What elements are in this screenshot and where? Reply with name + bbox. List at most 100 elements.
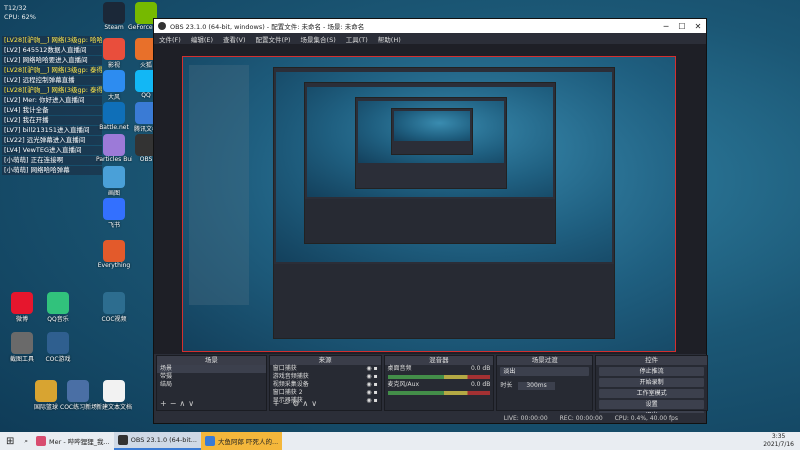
eye-icon[interactable]: ◉ ▪	[366, 373, 377, 381]
taskbar-item[interactable]: 大鱼阿郎 吓死人的...	[200, 432, 283, 450]
app-icon	[11, 292, 33, 314]
mixer-dock: 混音器 桌面音频 0.0 dB 麦克风/Aux 0.0 dB	[383, 355, 495, 411]
preview-canvas[interactable]	[182, 56, 676, 352]
app-icon	[47, 292, 69, 314]
eye-icon[interactable]: ◉ ▪	[366, 397, 377, 405]
sources-toolbar[interactable]: +−⚙∧∨	[273, 399, 320, 408]
desktop-icon[interactable]: QQ音乐	[40, 292, 76, 323]
eye-icon[interactable]: ◉ ▪	[366, 381, 377, 389]
desktop-icon[interactable]: 画图	[96, 166, 132, 197]
desktop-icon[interactable]: 截图工具	[4, 332, 40, 363]
desktop-icon[interactable]: 大风	[96, 70, 132, 101]
menu-item[interactable]: 编辑(E)	[186, 34, 218, 44]
control-button[interactable]: 设置	[599, 400, 704, 409]
desktop-icon[interactable]: 影视	[96, 38, 132, 69]
duration-label: 时长	[500, 382, 513, 389]
control-button[interactable]: 停止推流	[599, 367, 704, 376]
desktop-icon-label: 飞书	[107, 222, 120, 229]
chat-message: [小萌萌] 正在连接啊	[2, 156, 102, 165]
maximize-icon[interactable]: ☐	[674, 22, 690, 31]
transition-type-select[interactable]: 淡出	[500, 367, 590, 376]
desktop-icon-label: COC视频	[101, 316, 127, 323]
desktop-audio-meter[interactable]	[387, 375, 491, 379]
window-title: OBS 23.1.0 (64-bit, windows) - 配置文件: 未命名…	[170, 23, 365, 31]
desktop-icon[interactable]: 飞书	[96, 198, 132, 229]
preview-area[interactable]	[154, 44, 706, 354]
start-button[interactable]: ⊞	[0, 432, 20, 450]
source-item[interactable]: 游戏音频捕获 ◉ ▪	[270, 373, 381, 381]
desktop-icon[interactable]: 微博	[4, 292, 40, 323]
menu-item[interactable]: 帮助(H)	[373, 34, 406, 44]
desktop-icon[interactable]: COC游戏	[40, 332, 76, 363]
app-icon	[103, 380, 125, 402]
chat-message: [LV28][驴驹__] 网络(3级gp: 泰得莉	[2, 86, 102, 95]
obs-window: OBS 23.1.0 (64-bit, windows) - 配置文件: 未命名…	[153, 18, 708, 424]
chat-message: [LV2] 645512数据人直播间	[2, 46, 102, 55]
taskbar-item-label: Mer - 哔哔狸狸_我...	[49, 438, 110, 446]
chat-message: [LV28][驴驹__] 网络(3级gp: 哈哈哈	[2, 36, 102, 45]
scenes-title: 场景	[157, 356, 266, 365]
controls-dock: 控件 停止推流开始录制工作室模式设置退出	[595, 355, 708, 420]
source-item[interactable]: 窗口捕获 ◉ ▪	[270, 365, 381, 373]
desktop-icon[interactable]: Particles Building	[96, 134, 132, 163]
desktop-icon[interactable]: Battle.net	[96, 102, 132, 131]
duration-input[interactable]: 300ms	[518, 382, 555, 390]
taskbar-item[interactable]: Mer - 哔哔狸狸_我...	[32, 432, 114, 450]
source-item[interactable]: 窗口捕获 2 ◉ ▪	[270, 389, 381, 397]
desktop-icon[interactable]: COC练习新场	[60, 380, 96, 411]
rec-time: REC: 00:00:00	[559, 414, 603, 422]
app-icon	[103, 198, 125, 220]
control-button[interactable]: 开始录制	[599, 378, 704, 387]
danmaku-chat-overlay: [LV28][驴驹__] 网络(3级gp: 哈哈哈 [LV2] 645512数据人…	[2, 36, 102, 176]
app-icon	[103, 102, 125, 124]
menu-item[interactable]: 查看(V)	[218, 34, 251, 44]
scene-item[interactable]: 结局	[157, 381, 266, 389]
desktop-icon[interactable]: 新建文本文档(3)	[96, 380, 132, 411]
control-button[interactable]: 工作室模式	[599, 389, 704, 398]
app-icon	[36, 436, 47, 446]
scenes-toolbar[interactable]: +−∧∨	[160, 399, 197, 408]
desktop-icon-label: Steam	[104, 24, 124, 31]
desktop-icon-label: 新建文本文档(3)	[96, 404, 132, 411]
cpu-fps: CPU: 0.4%, 40.00 fps	[614, 414, 678, 422]
source-label: 窗口捕获 2	[272, 389, 303, 396]
minimize-icon[interactable]: ─	[658, 22, 674, 31]
mixer-channel-mic: 麦克风/Aux	[387, 381, 420, 388]
sources-dock: 来源 窗口捕获 ◉ ▪ 游戏音频捕获 ◉ ▪ 视频采集设备 ◉ ▪ 窗口捕获 2 ◉ ▪ 显示器…	[268, 355, 382, 411]
eye-icon[interactable]: ◉ ▪	[366, 365, 377, 373]
app-icon	[117, 435, 128, 445]
app-icon	[11, 332, 33, 354]
search-icon[interactable]: ⌕	[20, 432, 32, 450]
scene-item[interactable]: 场景	[157, 365, 266, 373]
desktop-icon-label: COC游戏	[45, 356, 71, 363]
desktop-icon[interactable]: Steam	[96, 2, 132, 31]
chat-message: [LV22] 远光弹幕进入直播间	[2, 136, 102, 145]
chat-message: [LV4] 我计全备	[2, 106, 102, 115]
menu-item[interactable]: 场景集合(S)	[296, 34, 341, 44]
chat-message: [LV2] 网络哈哈要进入直播间	[2, 56, 102, 65]
scene-item[interactable]: 带摄	[157, 373, 266, 381]
chat-message: [LV28][驴驹__] 网络(3级gp: 泰得莉	[2, 66, 102, 75]
app-icon	[103, 166, 125, 188]
desktop-icon[interactable]: Everything	[96, 240, 132, 269]
source-item[interactable]: 视频采集设备 ◉ ▪	[270, 381, 381, 389]
app-icon	[47, 332, 69, 354]
menu-item[interactable]: 配置文件(P)	[251, 34, 296, 44]
desktop-icon-label: Particles Building	[96, 156, 132, 163]
menu-item[interactable]: 工具(T)	[341, 34, 373, 44]
app-icon	[67, 380, 89, 402]
obs-titlebar[interactable]: OBS 23.1.0 (64-bit, windows) - 配置文件: 未命名…	[154, 19, 706, 33]
controls-title: 控件	[596, 356, 707, 365]
system-clock[interactable]: 3:35 2021/7/16	[763, 433, 800, 449]
desktop-icon[interactable]: COC视频	[96, 292, 132, 323]
desktop-icon-label: QQ音乐	[47, 316, 69, 323]
menu-item[interactable]: 文件(F)	[154, 34, 186, 44]
app-icon	[103, 134, 125, 156]
eye-icon[interactable]: ◉ ▪	[366, 389, 377, 397]
mic-audio-meter[interactable]	[387, 391, 491, 395]
close-icon[interactable]: ✕	[690, 22, 706, 31]
transitions-dock: 场景过渡 淡出 时长 300ms	[496, 355, 594, 411]
app-icon	[35, 380, 57, 402]
taskbar-item[interactable]: OBS 23.1.0 (64-bit...	[113, 432, 201, 450]
desktop-icon[interactable]: 国际篮球	[28, 380, 64, 411]
